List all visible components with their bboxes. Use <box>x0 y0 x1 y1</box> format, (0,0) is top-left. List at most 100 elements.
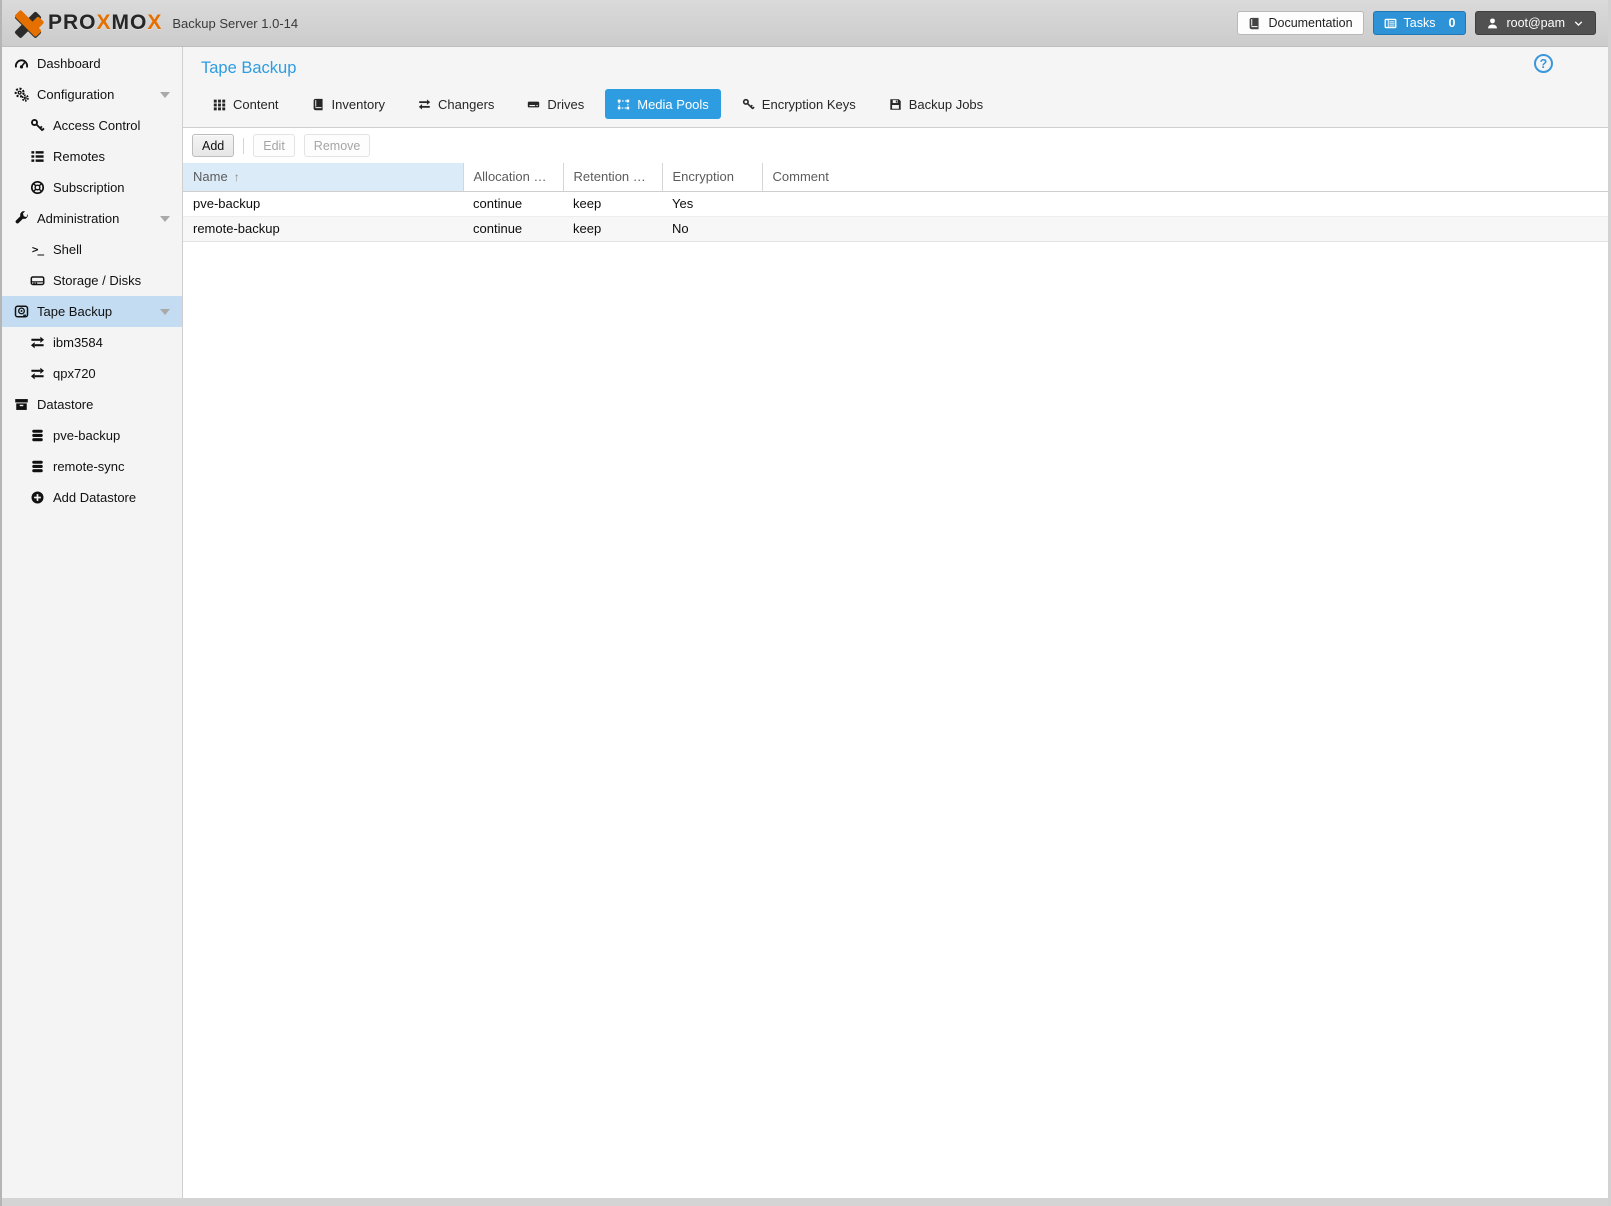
column-header-comment[interactable]: Comment <box>762 163 1608 191</box>
drive-icon <box>527 98 540 111</box>
table-header-row: Name↑ Allocation … Retention … Encryptio… <box>183 163 1608 191</box>
documentation-label: Documentation <box>1268 16 1352 30</box>
content-header: Tape Backup ? Content Inventory <box>183 47 1608 128</box>
cell-encryption: Yes <box>662 191 762 216</box>
documentation-button[interactable]: Documentation <box>1237 11 1363 35</box>
exchange-icon <box>30 335 45 350</box>
sidebar-item-storage-disks[interactable]: Storage / Disks <box>2 265 182 296</box>
tab-backup-jobs[interactable]: Backup Jobs <box>877 89 995 119</box>
sidebar-item-subscription[interactable]: Subscription <box>2 172 182 203</box>
sidebar-item-label: Dashboard <box>37 56 101 71</box>
tab-label: Content <box>233 97 279 112</box>
tab-encryption-keys[interactable]: Encryption Keys <box>730 89 868 119</box>
key-icon <box>30 118 45 133</box>
table-row[interactable]: remote-backup continue keep No <box>183 216 1608 241</box>
user-icon <box>1486 17 1499 30</box>
exchange-icon <box>30 366 45 381</box>
sidebar-item-label: Administration <box>37 211 119 226</box>
sidebar-item-remotes[interactable]: Remotes <box>2 141 182 172</box>
gauge-icon <box>14 56 29 71</box>
remove-button[interactable]: Remove <box>304 134 371 157</box>
sidebar-item-label: Storage / Disks <box>53 273 141 288</box>
book-icon <box>312 98 325 111</box>
hdd-icon <box>30 273 45 288</box>
table-row[interactable]: pve-backup continue keep Yes <box>183 191 1608 216</box>
tab-content[interactable]: Content <box>201 89 291 119</box>
tab-label: Media Pools <box>637 97 709 112</box>
product-version-label: Backup Server 1.0-14 <box>172 16 298 31</box>
tab-media-pools[interactable]: Media Pools <box>605 89 721 119</box>
tab-inventory[interactable]: Inventory <box>300 89 397 119</box>
wrench-icon <box>14 211 29 226</box>
column-header-encryption[interactable]: Encryption <box>662 163 762 191</box>
collapse-caret-icon[interactable] <box>160 92 170 98</box>
sidebar-item-label: qpx720 <box>53 366 96 381</box>
content-panel: Tape Backup ? Content Inventory <box>183 47 1608 1198</box>
collapse-caret-icon[interactable] <box>160 216 170 222</box>
tab-label: Backup Jobs <box>909 97 983 112</box>
floppy-save-icon <box>889 98 902 111</box>
sort-up-icon: ↑ <box>234 170 240 184</box>
database-icon <box>30 459 45 474</box>
help-icon[interactable]: ? <box>1534 54 1553 73</box>
book-icon <box>1248 17 1261 30</box>
sidebar-item-label: Tape Backup <box>37 304 112 319</box>
terminal-icon: >_ <box>30 242 45 257</box>
sidebar-item-shell[interactable]: >_ Shell <box>2 234 182 265</box>
sidebar-item-configuration[interactable]: Configuration <box>2 79 182 110</box>
sidebar-item-label: ibm3584 <box>53 335 103 350</box>
exchange-icon <box>418 98 431 111</box>
sidebar-item-pve-backup[interactable]: pve-backup <box>2 420 182 451</box>
cell-retention: keep <box>563 216 662 241</box>
column-header-retention[interactable]: Retention … <box>563 163 662 191</box>
tab-drives[interactable]: Drives <box>515 89 596 119</box>
tab-bar: Content Inventory Changers <box>201 89 1590 119</box>
server-list-icon <box>30 149 45 164</box>
column-header-allocation[interactable]: Allocation … <box>463 163 563 191</box>
tasks-button[interactable]: Tasks 0 <box>1373 11 1467 35</box>
cell-allocation: continue <box>463 191 563 216</box>
object-group-icon <box>617 98 630 111</box>
sidebar-item-label: Shell <box>53 242 82 257</box>
sidebar-item-datastore[interactable]: Datastore <box>2 389 182 420</box>
window-bottom-edge <box>2 1198 1608 1206</box>
edit-button[interactable]: Edit <box>253 134 295 157</box>
sidebar-item-label: Subscription <box>53 180 125 195</box>
sidebar-item-label: Datastore <box>37 397 93 412</box>
grid-icon <box>213 98 226 111</box>
sidebar-item-add-datastore[interactable]: Add Datastore <box>2 482 182 513</box>
sidebar-item-label: Add Datastore <box>53 490 136 505</box>
sidebar-item-dashboard[interactable]: Dashboard <box>2 48 182 79</box>
sidebar-item-tape-backup[interactable]: Tape Backup <box>2 296 182 327</box>
user-label: root@pam <box>1506 16 1565 30</box>
tasks-count-badge: 0 <box>1449 16 1456 30</box>
cell-encryption: No <box>662 216 762 241</box>
gears-icon <box>14 87 29 102</box>
tab-label: Inventory <box>332 97 385 112</box>
tasks-label: Tasks <box>1404 16 1436 30</box>
sidebar-item-access-control[interactable]: Access Control <box>2 110 182 141</box>
toolbar: Add Edit Remove <box>183 128 1608 163</box>
sidebar-item-qpx720[interactable]: qpx720 <box>2 358 182 389</box>
cell-name: pve-backup <box>183 191 463 216</box>
sidebar-item-ibm3584[interactable]: ibm3584 <box>2 327 182 358</box>
toolbar-separator <box>243 138 244 154</box>
collapse-caret-icon[interactable] <box>160 309 170 315</box>
proxmox-wordmark: PROXMOX <box>48 11 162 35</box>
sidebar-item-remote-sync[interactable]: remote-sync <box>2 451 182 482</box>
user-menu-button[interactable]: root@pam <box>1475 11 1596 35</box>
media-pools-table: Name↑ Allocation … Retention … Encryptio… <box>183 163 1608 242</box>
cell-allocation: continue <box>463 216 563 241</box>
column-header-name[interactable]: Name↑ <box>183 163 463 191</box>
plus-circle-icon <box>30 490 45 505</box>
database-icon <box>30 428 45 443</box>
cell-retention: keep <box>563 191 662 216</box>
sidebar-item-administration[interactable]: Administration <box>2 203 182 234</box>
proxmox-logo: PROXMOX <box>14 9 162 37</box>
page-title: Tape Backup <box>201 59 1590 78</box>
tab-changers[interactable]: Changers <box>406 89 506 119</box>
add-button[interactable]: Add <box>192 134 234 157</box>
sidebar: Dashboard Configuration Access Control <box>2 47 183 1198</box>
app-window: PROXMOX Backup Server 1.0-14 Documentati… <box>0 0 1611 1206</box>
archive-box-icon <box>14 397 29 412</box>
